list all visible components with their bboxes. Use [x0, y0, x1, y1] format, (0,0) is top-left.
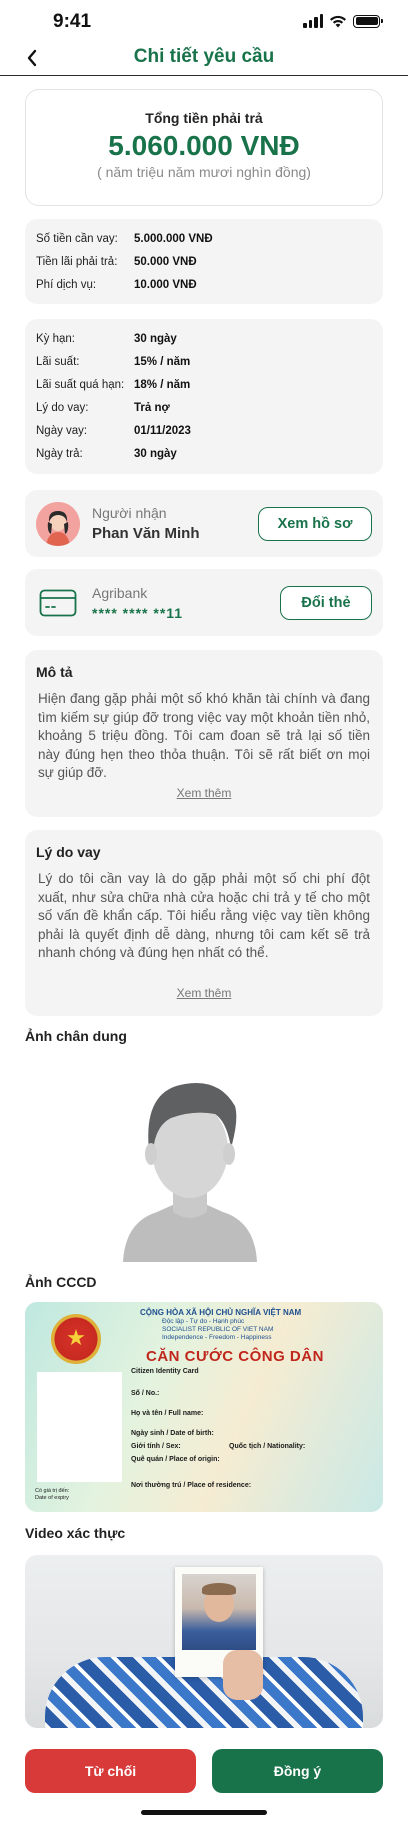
id-card-image[interactable]: CỘNG HÒA XÃ HỘI CHỦ NGHĨA VIỆT NAM Độc l…: [25, 1302, 383, 1512]
id-field-residence: Nơi thường trú / Place of residence:: [131, 1482, 252, 1489]
reason-card: Lý do vay Lý do tôi cần vay là do gặp ph…: [25, 830, 383, 1016]
info-value: 15% / năm: [134, 355, 191, 368]
portrait-image[interactable]: [115, 1062, 265, 1262]
info-row-term: Kỳ hạn: 30 ngày: [36, 327, 372, 350]
info-row-interest: Tiền lãi phải trả: 50.000 VNĐ: [36, 250, 372, 273]
bank-info: Agribank **** **** **11: [92, 585, 280, 621]
id-field-no: Số / No.:: [131, 1390, 160, 1397]
id-field-name: Họ và tên / Full name:: [131, 1410, 204, 1417]
card-number: **** **** **11: [92, 604, 184, 621]
video-person-hand: [223, 1650, 263, 1700]
id-card-motto: Độc lập - Tự do - Hạnh phúc: [162, 1318, 245, 1325]
signal-icon: [303, 14, 323, 28]
action-bar: Từ chối Đồng ý: [25, 1749, 383, 1793]
info-value: 50.000 VNĐ: [134, 255, 197, 268]
info-value: 10.000 VNĐ: [134, 278, 197, 291]
description-title: Mô tả: [36, 664, 73, 680]
verification-video[interactable]: [25, 1555, 383, 1728]
reject-button[interactable]: Từ chối: [25, 1749, 196, 1793]
loan-info-card: Kỳ hạn: 30 ngày Lãi suất: 15% / năm Lãi …: [25, 319, 383, 474]
view-profile-button[interactable]: Xem hồ sơ: [258, 506, 372, 541]
info-value: 01/11/2023: [134, 424, 191, 437]
id-card-header: CỘNG HÒA XÃ HỘI CHỦ NGHĨA VIỆT NAM: [140, 1308, 302, 1317]
battery-icon: [353, 14, 383, 28]
info-label: Lãi suất:: [36, 355, 80, 368]
info-label: Ngày vay:: [36, 424, 88, 437]
info-row-overdue-rate: Lãi suất quá hạn: 18% / năm: [36, 373, 372, 396]
wifi-icon: [330, 15, 346, 28]
info-label: Số tiền cần vay:: [36, 232, 118, 245]
total-amount: 5.060.000 VNĐ: [108, 130, 300, 161]
reason-body: Lý do tôi cần vay là do gặp phải một số …: [38, 871, 370, 960]
nav-bar: Chi tiết yêu cầu: [0, 44, 408, 76]
id-card-title-en: Citizen Identity Card: [131, 1368, 199, 1375]
info-label: Lý do vay:: [36, 401, 89, 414]
change-card-button[interactable]: Đổi thẻ: [280, 585, 372, 620]
national-emblem-icon: [51, 1314, 101, 1364]
description-body: Hiện đang gặp phải một số khó khăn tài c…: [38, 691, 370, 780]
info-value: 5.000.000 VNĐ: [134, 232, 213, 245]
info-value: 30 ngày: [134, 332, 177, 345]
polaroid-image: [182, 1574, 256, 1650]
info-label: Tiền lãi phải trả:: [36, 255, 118, 268]
id-expiry-label: Có giá trị đến:: [35, 1488, 70, 1494]
bank-card: Agribank **** **** **11 Đổi thẻ: [25, 569, 383, 636]
info-value: 18% / năm: [134, 378, 191, 391]
info-label: Lãi suất quá hạn:: [36, 378, 125, 391]
info-value: Trả nợ: [134, 401, 170, 414]
info-value: 30 ngày: [134, 447, 177, 460]
reason-title: Lý do vay: [36, 844, 101, 860]
id-field-nationality: Quốc tịch / Nationality:: [229, 1443, 306, 1450]
approve-button[interactable]: Đồng ý: [212, 1749, 383, 1793]
description-card: Mô tả Hiện đang gặp phải một số khó khăn…: [25, 650, 383, 817]
id-photo-placeholder: [37, 1372, 122, 1482]
avatar: [36, 501, 80, 546]
info-row-service-fee: Phí dịch vụ: 10.000 VNĐ: [36, 273, 372, 296]
home-indicator: [141, 1810, 267, 1815]
id-card-motto-en: Independence - Freedom - Happiness: [162, 1334, 272, 1341]
total-in-words: ( năm triệu năm mươi nghìn đồng): [97, 164, 311, 180]
recipient-name: Phan Văn Minh: [92, 525, 200, 542]
total-label: Tổng tiền phải trả: [145, 110, 263, 126]
portrait-section-title: Ảnh chân dung: [25, 1028, 127, 1044]
reason-see-more-link[interactable]: Xem thêm: [25, 986, 383, 1000]
info-label: Phí dịch vụ:: [36, 278, 97, 291]
info-row-loan-amount: Số tiền cần vay: 5.000.000 VNĐ: [36, 227, 372, 250]
info-label: Kỳ hạn:: [36, 332, 75, 345]
id-field-sex: Giới tính / Sex:: [131, 1443, 181, 1450]
id-card-subheader: Độc lập - Tự do - Hạnh phúc SOCIALIST RE…: [162, 1318, 273, 1342]
credit-card-icon: [36, 581, 80, 625]
recipient-label: Người nhận: [92, 505, 167, 521]
id-field-origin: Quê quán / Place of origin:: [131, 1456, 220, 1463]
recipient-info: Người nhận Phan Văn Minh: [92, 505, 258, 542]
id-card-section-title: Ảnh CCCD: [25, 1274, 97, 1290]
recipient-card: Người nhận Phan Văn Minh Xem hồ sơ: [25, 490, 383, 557]
info-label: Ngày trả:: [36, 447, 83, 460]
description-see-more-link[interactable]: Xem thêm: [25, 786, 383, 800]
fees-card: Số tiền cần vay: 5.000.000 VNĐ Tiền lãi …: [25, 219, 383, 304]
total-amount-card: Tổng tiền phải trả 5.060.000 VNĐ ( năm t…: [25, 89, 383, 206]
info-row-reason: Lý do vay: Trả nợ: [36, 396, 372, 419]
id-field-dob: Ngày sinh / Date of birth:: [131, 1430, 214, 1437]
video-section-title: Video xác thực: [25, 1525, 126, 1541]
id-expiry: Có giá trị đến: Date of expiry: [35, 1488, 69, 1502]
info-row-repay-date: Ngày trả: 30 ngày: [36, 442, 372, 465]
status-time: 9:41: [53, 11, 92, 32]
status-bar: 9:41: [0, 0, 408, 44]
id-card-republic-en: SOCIALIST REPUBLIC OF VIET NAM: [162, 1326, 274, 1333]
bank-name: Agribank: [92, 584, 148, 601]
id-card-title: CĂN CƯỚC CÔNG DÂN: [146, 1348, 324, 1365]
status-icons: [303, 14, 383, 28]
info-row-loan-date: Ngày vay: 01/11/2023: [36, 419, 372, 442]
page-title: Chi tiết yêu cầu: [133, 46, 275, 67]
info-row-interest-rate: Lãi suất: 15% / năm: [36, 350, 372, 373]
id-expiry-label-en: Date of expiry: [35, 1495, 69, 1501]
